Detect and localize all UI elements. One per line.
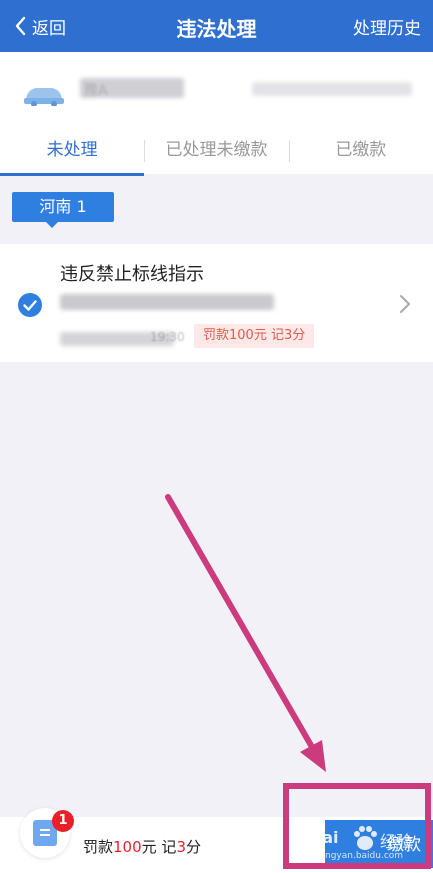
fine-badge: 罚款100元 记3分 [194, 324, 315, 348]
violation-title: 违反禁止标线指示 [60, 264, 204, 285]
car-icon [24, 88, 64, 106]
tab-unprocessed[interactable]: 未处理 [0, 128, 145, 176]
vehicle-info: 豫A [0, 52, 433, 128]
vehicle-id-redacted [252, 82, 412, 96]
region-tag: 河南 1 [12, 192, 114, 228]
violation-time: 19:30 [150, 330, 185, 344]
fine-summary: 罚款100元 记3分 [83, 836, 201, 857]
app-header: 返回 违法处理 处理历史 [0, 0, 433, 52]
annotation-highlight-box [283, 783, 431, 869]
tab-processed-unpaid[interactable]: 已处理未缴款 [144, 128, 288, 174]
summary-middle: 元 记 [141, 838, 177, 856]
history-link[interactable]: 处理历史 [353, 14, 421, 39]
fine-amount: 100 [113, 838, 142, 856]
status-tabs: 未处理 已处理未缴款 已缴款 [0, 128, 433, 176]
tab-divider [144, 140, 145, 162]
summary-suffix: 分 [185, 838, 201, 856]
violation-card[interactable]: 违反禁止标线指示 19:30 罚款100元 记3分 [0, 244, 433, 362]
summary-prefix: 罚款 [83, 838, 114, 856]
select-checkbox[interactable] [18, 293, 42, 317]
count-badge: 1 [52, 810, 74, 832]
violation-location-redacted [60, 294, 274, 310]
points-value: 3 [176, 838, 186, 856]
plate-number: 豫A [84, 83, 108, 99]
tab-paid[interactable]: 已缴款 [289, 128, 433, 174]
checkmark-icon [23, 300, 37, 311]
chevron-right-icon[interactable] [399, 294, 411, 314]
tab-divider [289, 140, 290, 162]
